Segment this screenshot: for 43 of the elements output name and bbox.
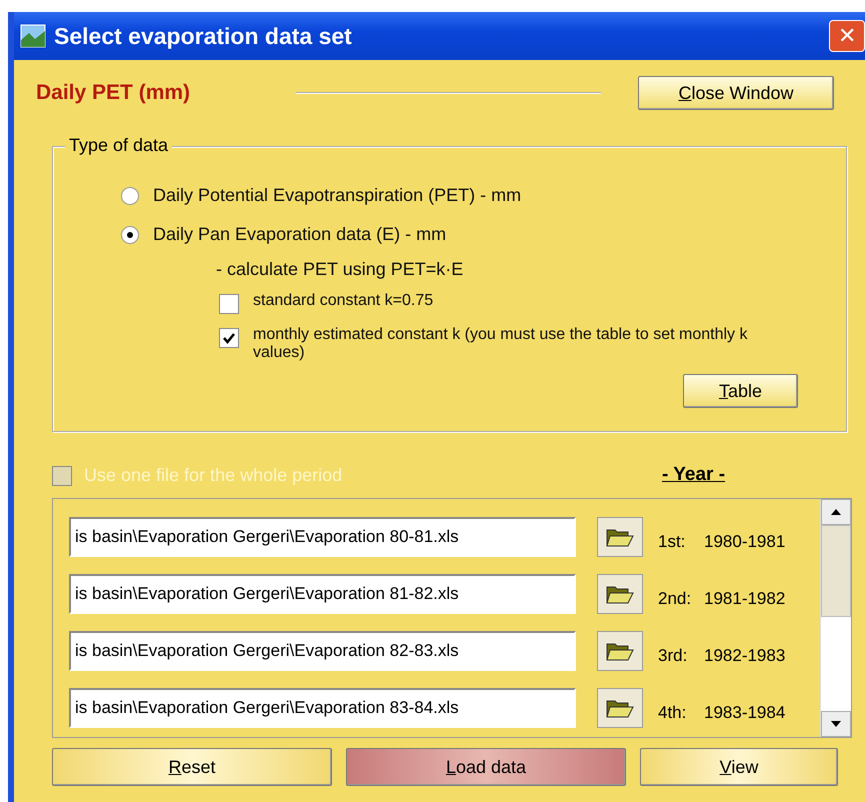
group-title: Type of data [65,135,172,156]
year-range: 1981-1982 [704,589,786,609]
window-title: Select evaporation data set [54,22,352,50]
radio-label: Daily Potential Evapotranspiration (PET) - mm [153,185,522,206]
year-range: 1980-1981 [704,532,786,552]
action-button[interactable]: Load data [346,748,626,786]
checkbox-label: standard constant k=0.75 [253,292,434,310]
check-icon [223,332,235,344]
action-button[interactable]: View [640,748,838,786]
browse-button[interactable] [597,688,643,728]
year-heading: - Year - [662,464,726,486]
year-ordinal: 4th: [658,703,688,723]
radio-button[interactable] [121,186,139,204]
radio-button[interactable] [121,226,139,244]
browse-button[interactable] [597,574,643,614]
formula-note: - calculate PET using PET=k·E [216,259,464,280]
scroll-up-button[interactable] [821,499,851,525]
checkbox[interactable] [219,294,239,314]
year-range: 1982-1983 [704,646,786,666]
file-path-field[interactable]: is basin\Evaporation Gergeri\Evaporation 80-81.xls [69,517,576,557]
radio-label: Daily Pan Evaporation data (E) - mm [153,224,446,245]
checkbox-label: monthly estimated constant k (you must use the table to set monthly k values) [253,326,748,362]
section-heading: Daily PET (mm) [36,81,192,105]
down-arrow-icon [831,721,841,727]
action-button[interactable]: Reset [52,748,332,786]
file-path-field[interactable]: is basin\Evaporation Gergeri\Evaporation 82-83.xls [69,631,576,671]
year-ordinal: 2nd: [658,589,692,609]
up-arrow-icon [831,509,841,515]
table-button[interactable]: Table [683,374,798,408]
scrollbar[interactable] [820,499,851,737]
browse-button[interactable] [597,517,643,557]
checkbox[interactable] [219,328,239,348]
file-path-field[interactable]: is basin\Evaporation Gergeri\Evaporation 81-82.xls [69,574,576,614]
checkbox-label: Use one file for the whole period [84,464,344,486]
year-ordinal: 1st: [658,532,686,552]
browse-button[interactable] [597,631,643,671]
year-range: 1983-1984 [704,703,786,723]
scroll-down-button[interactable] [821,711,851,737]
file-path-field[interactable]: is basin\Evaporation Gergeri\Evaporation 83-84.xls [69,688,576,728]
close-button[interactable]: ✕ [829,20,865,52]
close-window-button[interactable]: Close Window [638,76,834,110]
year-ordinal: 3rd: [658,646,688,666]
app-icon [20,24,46,48]
